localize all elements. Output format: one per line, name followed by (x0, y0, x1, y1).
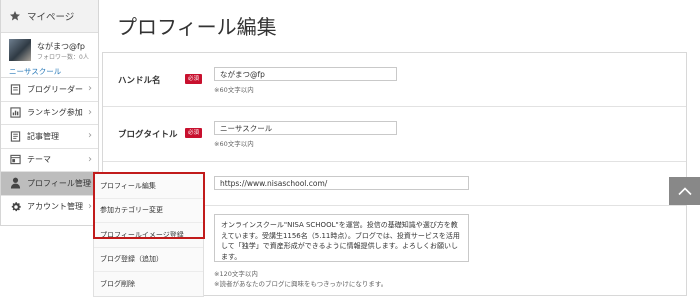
sidebar-item-label: ランキング参加 (27, 108, 83, 118)
star-icon (10, 11, 20, 21)
blog-title-hint: ※60文字以内 (214, 140, 254, 148)
handle-input[interactable]: ながまつ@fp (214, 67, 397, 81)
page-title: プロフィール編集 (117, 15, 277, 39)
sidebar-item-label: テーマ (27, 155, 51, 165)
chevron-right-icon: › (88, 130, 92, 141)
submenu-item-category-change[interactable]: 参加カテゴリー変更 (94, 199, 203, 223)
scroll-top-button[interactable] (669, 177, 700, 205)
mypage-link[interactable]: マイページ (1, 0, 98, 33)
gear-icon (9, 200, 22, 213)
blog-link[interactable]: ニーサスクール (9, 66, 61, 77)
description-hint-length: ※120文字以内 (214, 270, 258, 278)
chevron-right-icon: › (88, 83, 92, 94)
divider (103, 161, 686, 162)
submenu-item-profile-edit[interactable]: プロフィール編集 (94, 174, 203, 199)
sidebar-item-label: アカウント管理 (27, 202, 83, 212)
sidebar-item-account-management[interactable]: アカウント管理 › (1, 195, 98, 218)
chevron-right-icon: › (88, 153, 92, 165)
avatar[interactable] (9, 39, 31, 61)
submenu-item-blog-register[interactable]: ブログ登録（追加） (94, 248, 203, 272)
description-hint-note: ※読者があなたのブログに興味をもつきっかけになります。 (214, 280, 388, 288)
handle-label: ハンドル名 (118, 76, 161, 86)
ranking-icon (9, 106, 22, 119)
chevron-right-icon: › (88, 200, 92, 212)
description-textarea[interactable]: オンラインスクール"NISA SCHOOL"を運営。投信の基礎知識や選び方を教え… (214, 214, 469, 262)
sidebar-item-ranking[interactable]: ランキング参加 › (1, 101, 98, 125)
sidebar-item-theme[interactable]: テーマ › (1, 148, 98, 172)
sidebar: マイページ ながまつ@fp フォロワー数：0人 ニーサスクール ブログリーダー … (0, 0, 99, 226)
profile-name[interactable]: ながまつ@fp (37, 41, 85, 52)
book-icon (9, 83, 22, 96)
blog-title-label: ブログタイトル (118, 130, 178, 140)
sidebar-item-profile-management[interactable]: プロフィール管理 › (1, 172, 98, 196)
sidebar-item-label: 記事管理 (27, 131, 59, 141)
theme-icon (9, 153, 22, 166)
chevron-up-icon (677, 187, 692, 196)
url-input[interactable]: https://www.nisaschool.com/ (214, 176, 469, 190)
mypage-label: マイページ (27, 12, 75, 23)
divider (103, 106, 686, 107)
sidebar-item-label: プロフィール管理 (27, 178, 91, 188)
submenu-item-profile-image[interactable]: プロフィールイメージ登録 (94, 223, 203, 248)
chevron-right-icon: › (88, 106, 92, 118)
handle-hint: ※60文字以内 (214, 86, 254, 94)
required-badge: 必須 (185, 128, 202, 138)
profile-submenu: プロフィール編集 参加カテゴリー変更 プロフィールイメージ登録 ブログ登録（追加… (93, 173, 204, 297)
sidebar-item-articles[interactable]: 記事管理 › (1, 125, 98, 149)
person-icon (9, 177, 22, 190)
submenu-item-blog-delete[interactable]: ブログ削除 (94, 272, 203, 296)
blog-title-input[interactable]: ニーサスクール (214, 121, 397, 135)
profile-followers: フォロワー数：0人 (37, 54, 89, 61)
document-icon (9, 130, 22, 143)
sidebar-item-blog-reader[interactable]: ブログリーダー › (1, 78, 98, 102)
chevron-right-icon: › (88, 177, 92, 188)
profile-box: ながまつ@fp フォロワー数：0人 ニーサスクール (1, 33, 98, 78)
sidebar-item-label: ブログリーダー (27, 84, 83, 94)
required-badge: 必須 (185, 74, 202, 84)
